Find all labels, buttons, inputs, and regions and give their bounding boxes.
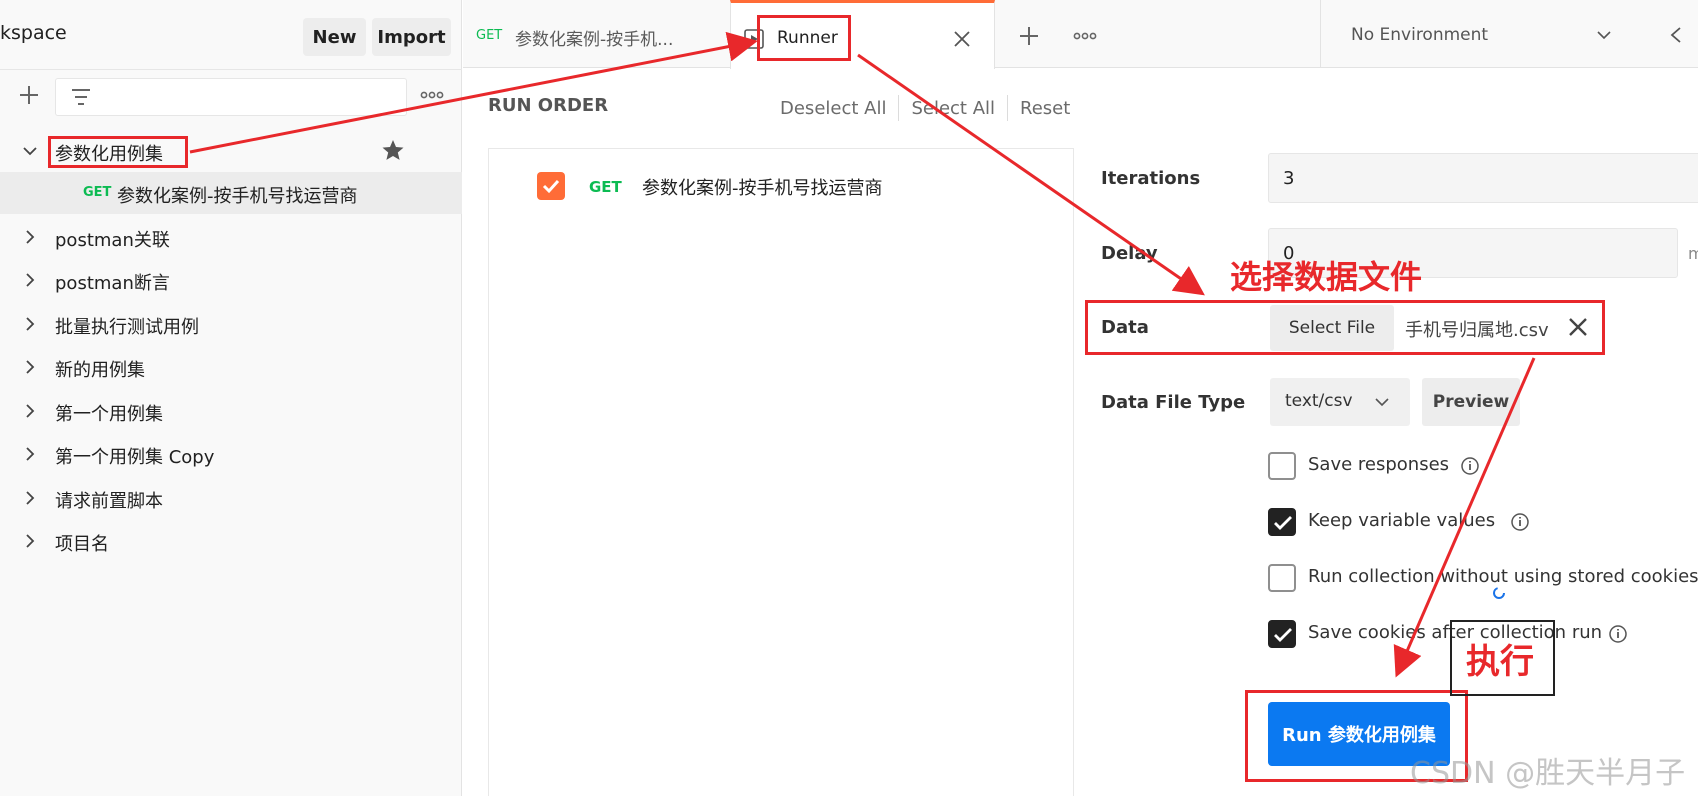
run-order-checkbox[interactable] bbox=[537, 172, 565, 200]
environment-selector[interactable]: No Environment bbox=[1320, 0, 1698, 68]
collection-item[interactable]: 第一个用例集 Copy bbox=[0, 433, 462, 475]
tab-label: 参数化案例-按手机... bbox=[515, 30, 674, 50]
watermark: CSDN @胜天半月子 bbox=[1410, 756, 1686, 791]
dropdown-value: text/csv bbox=[1285, 391, 1353, 411]
add-tab-icon[interactable] bbox=[1018, 25, 1040, 47]
checkbox[interactable] bbox=[1268, 620, 1296, 648]
chevron-right-icon[interactable] bbox=[22, 403, 38, 419]
annotation-text-execute: 执行 bbox=[1466, 642, 1534, 682]
close-icon[interactable] bbox=[953, 30, 971, 48]
iterations-input[interactable]: 3 bbox=[1268, 153, 1698, 203]
checkbox[interactable] bbox=[1268, 452, 1296, 480]
chevron-right-icon[interactable] bbox=[22, 446, 38, 462]
annotation-box-collection bbox=[48, 136, 188, 168]
more-options-icon[interactable] bbox=[420, 90, 444, 100]
chevron-right-icon[interactable] bbox=[22, 533, 38, 549]
data-file-type-label: Data File Type bbox=[1101, 392, 1246, 413]
chevron-right-icon[interactable] bbox=[22, 272, 38, 288]
workspace-title: kspace bbox=[0, 22, 67, 44]
chevron-right-icon[interactable] bbox=[22, 316, 38, 332]
collection-label: postman断言 bbox=[55, 273, 170, 294]
option-label: Save responses bbox=[1308, 454, 1450, 475]
run-order-actions: Deselect All Select All Reset bbox=[780, 95, 1082, 121]
chevron-down-icon[interactable] bbox=[22, 143, 38, 159]
collection-item[interactable]: 新的用例集 bbox=[0, 346, 462, 388]
info-icon[interactable] bbox=[1510, 512, 1530, 532]
iterations-label: Iterations bbox=[1101, 168, 1201, 189]
delay-unit: m bbox=[1688, 244, 1698, 263]
request-item[interactable]: GET 参数化案例-按手机号找运营商 bbox=[0, 172, 462, 214]
reset-link[interactable]: Reset bbox=[1020, 98, 1082, 119]
chevron-right-icon[interactable] bbox=[22, 229, 38, 245]
data-file-type-dropdown[interactable]: text/csv bbox=[1270, 378, 1410, 426]
checkmark-icon bbox=[1274, 516, 1292, 530]
request-method: GET bbox=[83, 185, 112, 200]
checkmark-icon bbox=[542, 179, 560, 194]
divider bbox=[898, 95, 900, 121]
collection-item[interactable]: postman关联 bbox=[0, 216, 462, 258]
chevron-down-icon bbox=[1375, 398, 1389, 407]
new-button[interactable]: New bbox=[303, 18, 366, 56]
collection-item[interactable]: 批量执行测试用例 bbox=[0, 303, 462, 345]
run-order-request-name: 参数化案例-按手机号找运营商 bbox=[642, 178, 883, 199]
more-tabs-icon[interactable] bbox=[1073, 31, 1097, 41]
filter-icon[interactable] bbox=[70, 87, 92, 107]
divider bbox=[1007, 95, 1009, 121]
run-order-method: GET bbox=[589, 178, 622, 196]
chevron-right-icon[interactable] bbox=[22, 359, 38, 375]
environment-label: No Environment bbox=[1351, 25, 1489, 45]
deselect-all-link[interactable]: Deselect All bbox=[780, 98, 898, 119]
collection-label: postman关联 bbox=[55, 230, 170, 251]
info-icon[interactable] bbox=[1608, 624, 1628, 644]
collection-label: 请求前置脚本 bbox=[55, 491, 163, 512]
import-button[interactable]: Import bbox=[372, 18, 451, 56]
collection-item[interactable]: 项目名 bbox=[0, 520, 462, 562]
chevron-down-icon[interactable] bbox=[1596, 28, 1612, 42]
star-icon[interactable] bbox=[381, 138, 405, 162]
filter-search-box[interactable] bbox=[55, 78, 407, 116]
checkbox[interactable] bbox=[1268, 564, 1296, 592]
run-order-heading: RUN ORDER bbox=[488, 95, 609, 116]
collection-item[interactable]: postman断言 bbox=[0, 259, 462, 301]
annotation-text-select-data-file: 选择数据文件 bbox=[1230, 258, 1423, 296]
chevron-right-icon[interactable] bbox=[22, 490, 38, 506]
tab-request[interactable]: GET 参数化案例-按手机... bbox=[463, 0, 730, 68]
preview-button[interactable]: Preview bbox=[1422, 378, 1520, 426]
tab-bar: GET 参数化案例-按手机... Runner No Environment bbox=[463, 0, 1698, 69]
option-label: Run collection without using stored cook… bbox=[1308, 566, 1698, 587]
collection-label: 项目名 bbox=[55, 534, 109, 555]
annotation-box-data-row bbox=[1085, 300, 1605, 355]
workspace-header: kspace New Import bbox=[0, 0, 462, 70]
add-collection-icon[interactable] bbox=[18, 84, 40, 106]
option-label: Keep variable values bbox=[1308, 510, 1496, 531]
loading-cursor-icon bbox=[1493, 587, 1505, 599]
collection-item[interactable]: 第一个用例集 bbox=[0, 390, 462, 432]
checkbox[interactable] bbox=[1268, 508, 1296, 536]
info-icon[interactable] bbox=[1460, 456, 1480, 476]
collection-label: 第一个用例集 bbox=[55, 404, 163, 425]
collection-label: 批量执行测试用例 bbox=[55, 317, 199, 338]
request-label: 参数化案例-按手机号找运营商 bbox=[117, 186, 358, 207]
checkmark-icon bbox=[1274, 628, 1292, 642]
collection-label: 第一个用例集 Copy bbox=[55, 447, 215, 468]
collection-label: 新的用例集 bbox=[55, 360, 145, 381]
delay-label: Delay bbox=[1101, 243, 1158, 264]
tab-method: GET bbox=[476, 28, 503, 43]
run-order-list bbox=[488, 148, 1074, 796]
collection-item[interactable]: 请求前置脚本 bbox=[0, 477, 462, 519]
chevron-left-icon[interactable] bbox=[1669, 26, 1683, 44]
annotation-box-runner-tab bbox=[757, 15, 851, 61]
sidebar: kspace New Import 参数化用例集 GET 参数化案例-按手机号找… bbox=[0, 0, 462, 796]
select-all-link[interactable]: Select All bbox=[911, 98, 1007, 119]
